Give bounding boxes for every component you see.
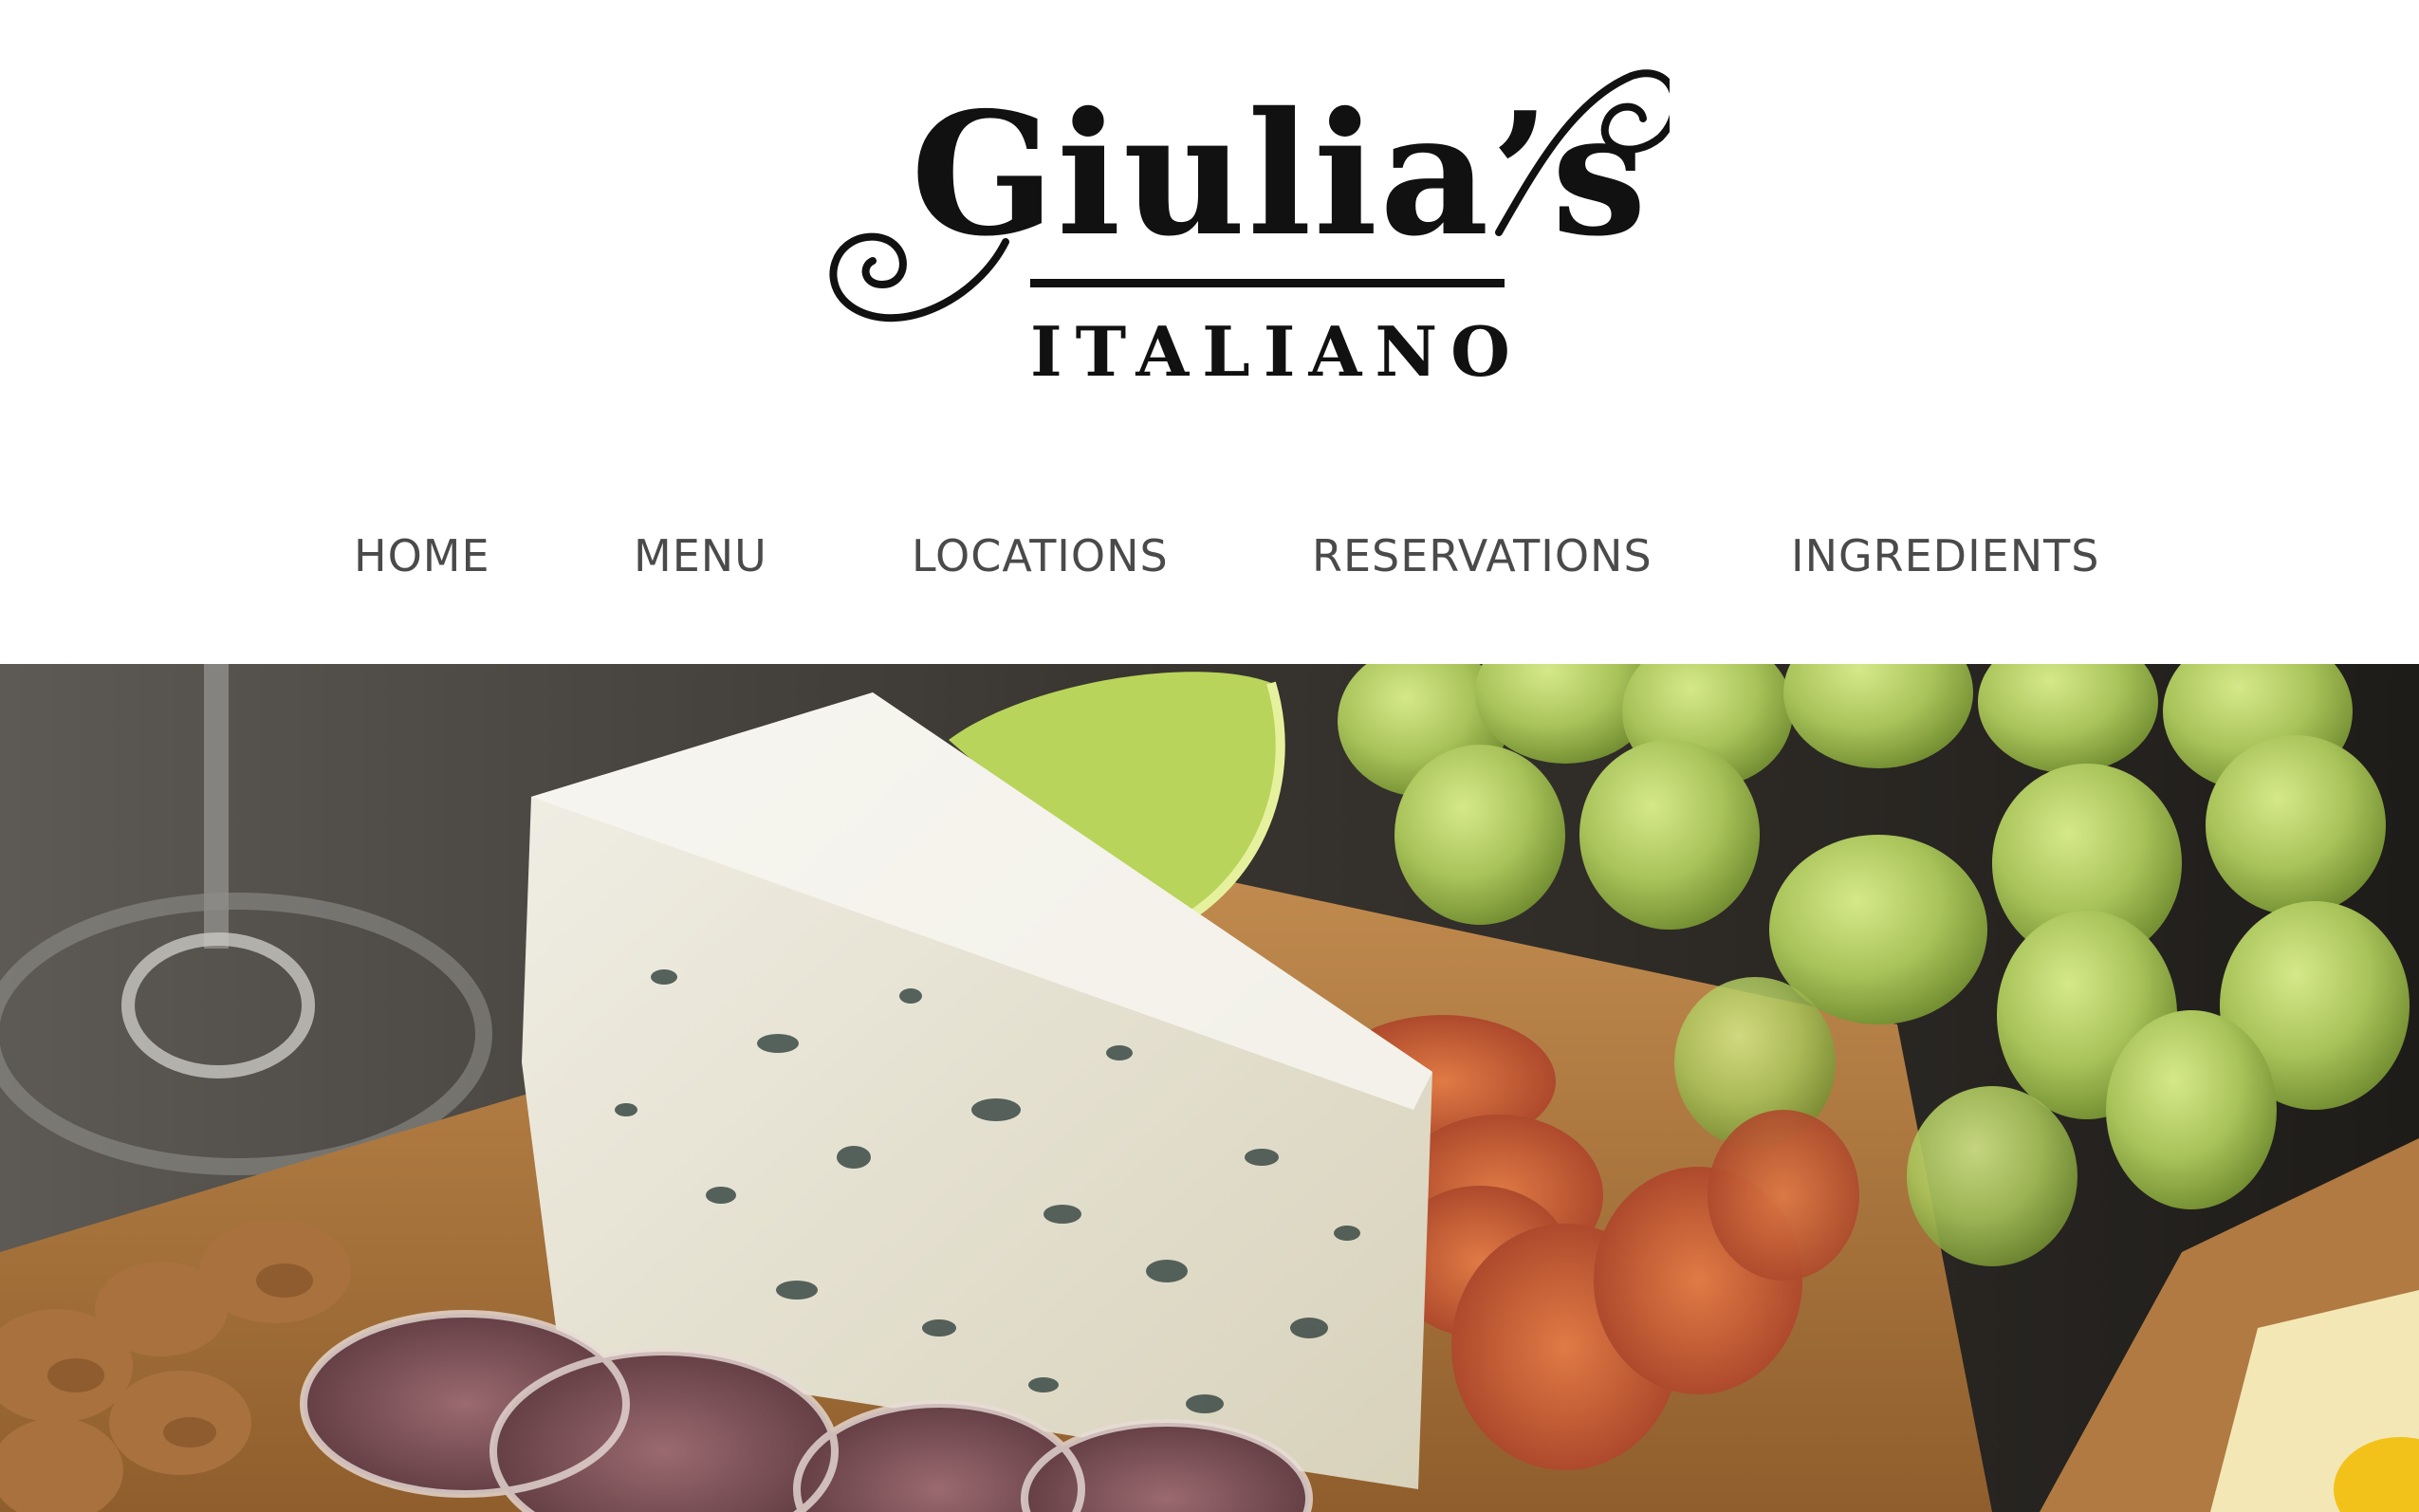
page: Giulia’s ITALIANO HOME MENU LOCATIONS RE… (0, 0, 2419, 1512)
site-logo[interactable]: Giulia’s ITALIANO (816, 62, 1670, 403)
nav-item-home[interactable]: HOME (354, 534, 490, 578)
site-header: Giulia’s ITALIANO (0, 0, 2419, 446)
logo-name: Giulia’s (911, 75, 1649, 273)
logo-subtitle: ITALIANO (1030, 311, 1523, 392)
nav-item-locations[interactable]: LOCATIONS (912, 534, 1169, 578)
hero-image (0, 664, 2419, 1512)
logo-divider (1030, 279, 1505, 287)
main-nav: HOME MENU LOCATIONS RESERVATIONS INGREDI… (0, 517, 2419, 602)
nav-item-menu[interactable]: MENU (634, 534, 767, 578)
nav-item-ingredients[interactable]: INGREDIENTS (1791, 534, 2099, 578)
nav-item-reservations[interactable]: RESERVATIONS (1312, 534, 1653, 578)
cheese-board-photo (0, 664, 2419, 1512)
